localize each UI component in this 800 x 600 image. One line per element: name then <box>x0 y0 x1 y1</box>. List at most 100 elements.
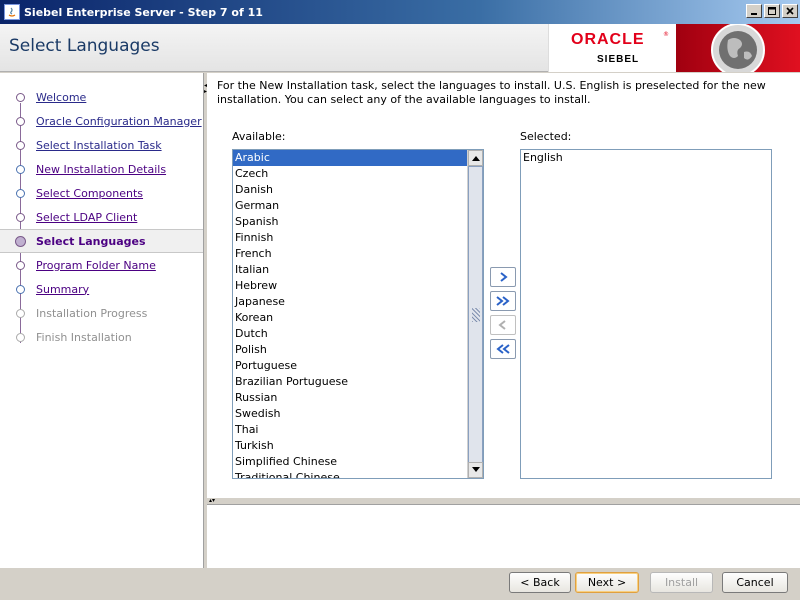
logo-registered-mark: ® <box>663 31 669 38</box>
back-button-label: < Back <box>520 576 560 589</box>
scroll-thumb[interactable] <box>468 166 483 463</box>
page-header: Select Languages ORACLE ® SIEBEL <box>0 24 800 72</box>
available-language-item[interactable]: Swedish <box>233 406 483 422</box>
minimize-button[interactable] <box>746 4 762 18</box>
scroll-down-button[interactable] <box>468 462 483 478</box>
instructions-text: For the New Installation task, select th… <box>217 79 766 106</box>
nav-step-label: Finish Installation <box>36 330 132 344</box>
nav-step-program-folder-name[interactable]: Program Folder Name <box>0 253 203 277</box>
page-title: Select Languages <box>9 36 160 56</box>
available-language-item[interactable]: Turkish <box>233 438 483 454</box>
window-controls <box>744 4 798 18</box>
chevron-right-icon <box>500 272 508 282</box>
step-dot-icon <box>16 140 25 150</box>
selected-language-item[interactable]: English <box>521 150 771 166</box>
nav-step-label[interactable]: Summary <box>36 283 89 296</box>
nav-step-select-ldap-client[interactable]: Select LDAP Client <box>0 205 203 229</box>
close-icon <box>786 7 794 15</box>
available-language-item[interactable]: Brazilian Portuguese <box>233 374 483 390</box>
available-language-item[interactable]: Hebrew <box>233 278 483 294</box>
install-button-label: Install <box>664 576 699 589</box>
available-language-item[interactable]: Finnish <box>233 230 483 246</box>
selected-languages-list[interactable]: English <box>520 149 772 479</box>
available-language-item[interactable]: Simplified Chinese <box>233 454 483 470</box>
scroll-grip-icon <box>472 308 480 322</box>
nav-step-label[interactable]: New Installation Details <box>36 163 166 176</box>
nav-step-installation-progress: Installation Progress <box>0 301 203 325</box>
double-chevron-right-icon <box>496 296 510 306</box>
available-language-item[interactable]: Japanese <box>233 294 483 310</box>
nav-step-select-components[interactable]: Select Components <box>0 181 203 205</box>
available-languages-list[interactable]: Arabic Czech Danish German Spanish Finnish Fre… <box>232 149 484 479</box>
step-dot-icon <box>16 284 25 294</box>
available-language-item[interactable]: Italian <box>233 262 483 278</box>
splitter-arrows-icon[interactable]: ▴▾ <box>209 497 215 504</box>
minimize-icon <box>751 13 757 15</box>
globe-banner <box>676 24 800 72</box>
step-dot-icon <box>16 332 25 342</box>
move-left-button[interactable] <box>490 315 516 335</box>
main-content: For the New Installation task, select th… <box>207 73 800 498</box>
move-all-left-button[interactable] <box>490 339 516 359</box>
logo-brand-text: ORACLE <box>571 31 645 48</box>
available-language-item[interactable]: Dutch <box>233 326 483 342</box>
cancel-button[interactable]: Cancel <box>722 572 788 593</box>
globe-icon <box>711 24 765 72</box>
next-button[interactable]: Next > <box>575 572 639 593</box>
move-all-right-button[interactable] <box>490 291 516 311</box>
nav-step-finish-installation: Finish Installation <box>0 325 203 349</box>
nav-step-select-installation-task[interactable]: Select Installation Task <box>0 133 203 157</box>
maximize-icon <box>768 7 776 15</box>
close-button[interactable] <box>782 4 798 18</box>
available-language-item[interactable]: Russian <box>233 390 483 406</box>
next-button-label: Next > <box>587 576 627 589</box>
nav-step-label: Select Languages <box>36 234 146 248</box>
nav-step-summary[interactable]: Summary <box>0 277 203 301</box>
selected-label: Selected: <box>520 130 572 143</box>
scroll-up-button[interactable] <box>468 150 483 166</box>
step-dot-icon <box>16 164 25 174</box>
wizard-steps-nav: Welcome Oracle Configuration Manager Sel… <box>0 73 203 600</box>
nav-step-welcome[interactable]: Welcome <box>0 85 203 109</box>
available-language-item[interactable]: German <box>233 198 483 214</box>
wizard-footer: < Back Next > Install Cancel <box>0 568 800 600</box>
java-app-icon <box>4 4 20 20</box>
nav-step-select-languages[interactable]: Select Languages <box>0 229 203 253</box>
cancel-button-label: Cancel <box>736 576 774 589</box>
nav-step-oracle-configuration-manager[interactable]: Oracle Configuration Manager <box>0 109 203 133</box>
details-panel <box>207 504 800 568</box>
arrow-down-icon <box>471 467 480 472</box>
back-button[interactable]: < Back <box>509 572 571 593</box>
nav-step-label[interactable]: Select LDAP Client <box>36 211 137 224</box>
available-language-item[interactable]: French <box>233 246 483 262</box>
move-right-button[interactable] <box>490 267 516 287</box>
title-bar[interactable]: Siebel Enterprise Server - Step 7 of 11 <box>0 0 800 24</box>
nav-step-label[interactable]: Select Installation Task <box>36 139 162 152</box>
maximize-button[interactable] <box>764 4 780 18</box>
available-language-item[interactable]: Korean <box>233 310 483 326</box>
oracle-siebel-logo: ORACLE ® SIEBEL <box>548 24 676 72</box>
nav-step-label[interactable]: Oracle Configuration Manager <box>36 115 202 128</box>
selected-items: English <box>521 150 771 166</box>
nav-step-label[interactable]: Program Folder Name <box>36 259 156 272</box>
available-language-item[interactable]: Polish <box>233 342 483 358</box>
available-language-item[interactable]: Portuguese <box>233 358 483 374</box>
available-language-item[interactable]: Danish <box>233 182 483 198</box>
step-dot-icon <box>16 212 25 222</box>
nav-step-label[interactable]: Select Components <box>36 187 143 200</box>
available-label: Available: <box>232 130 286 143</box>
step-dot-icon <box>16 188 25 198</box>
install-button[interactable]: Install <box>650 572 713 593</box>
chevron-left-icon <box>498 320 506 330</box>
step-current-dot-icon <box>15 235 26 247</box>
nav-step-new-installation-details[interactable]: New Installation Details <box>0 157 203 181</box>
available-language-item[interactable]: Thai <box>233 422 483 438</box>
available-list-scrollbar[interactable] <box>467 150 483 478</box>
available-language-item[interactable]: Spanish <box>233 214 483 230</box>
double-chevron-left-icon <box>496 344 510 354</box>
nav-step-label[interactable]: Welcome <box>36 91 86 104</box>
step-dot-icon <box>16 260 25 270</box>
available-language-item[interactable]: Arabic <box>233 150 483 166</box>
available-language-item[interactable]: Traditional Chinese <box>233 470 483 478</box>
available-language-item[interactable]: Czech <box>233 166 483 182</box>
